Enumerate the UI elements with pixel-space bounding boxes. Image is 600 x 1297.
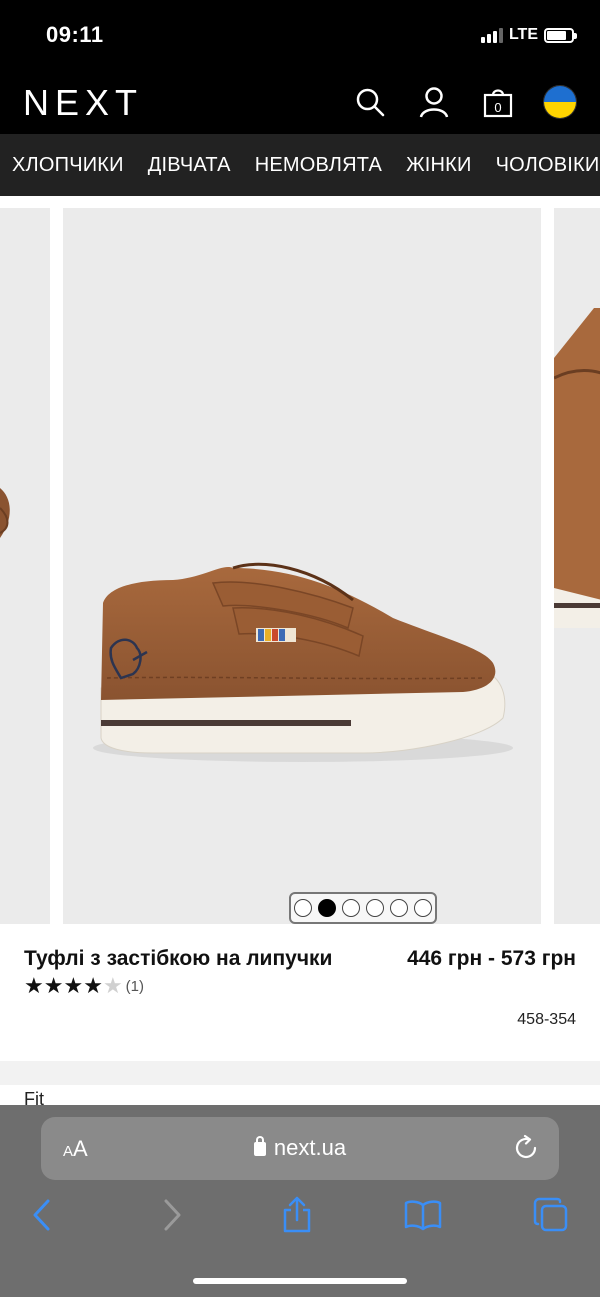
battery-level xyxy=(547,30,567,40)
carousel-slide-previous[interactable] xyxy=(0,208,50,924)
status-bar: 09:11 LTE xyxy=(0,0,600,72)
bag-count: 0 xyxy=(494,100,501,115)
bag-icon[interactable]: 0 xyxy=(480,84,516,120)
battery-icon xyxy=(544,27,577,43)
reload-icon[interactable] xyxy=(511,1133,541,1163)
nav-item[interactable]: ЖІНКИ xyxy=(394,154,484,177)
lock-icon xyxy=(253,1136,266,1156)
nav-item[interactable]: ХЛОПЧИКИ xyxy=(0,154,136,177)
url-text: next.ua xyxy=(273,1135,347,1160)
product-info: Туфлі з застібкою на липучки ★★★★★ (1) 4… xyxy=(0,941,600,1061)
nav-item[interactable]: ЧОЛОВІКИ xyxy=(484,154,600,177)
product-rating[interactable]: ★★★★★ (1) xyxy=(24,975,144,998)
back-icon[interactable] xyxy=(22,1195,62,1235)
status-indicators: LTE xyxy=(480,26,577,44)
star-filled-icon: ★ xyxy=(43,973,64,998)
product-sku: 458-354 xyxy=(517,1011,576,1028)
product-image-carousel[interactable] xyxy=(0,196,600,941)
signal-icon xyxy=(480,27,503,43)
status-time: 09:11 xyxy=(46,22,104,47)
home-indicator[interactable] xyxy=(193,1278,407,1284)
account-icon[interactable] xyxy=(416,84,452,120)
section-divider xyxy=(0,1061,600,1085)
tabs-icon[interactable] xyxy=(531,1195,571,1235)
next-logo[interactable]: NEXT xyxy=(23,82,143,124)
share-icon[interactable] xyxy=(277,1195,317,1235)
shoe-image xyxy=(93,562,513,762)
carousel-dot[interactable] xyxy=(366,899,384,917)
search-icon[interactable] xyxy=(352,84,388,120)
star-filled-icon: ★ xyxy=(24,973,44,998)
carousel-dot[interactable] xyxy=(342,899,360,917)
address-bar[interactable]: AA next.ua xyxy=(41,1117,559,1180)
carousel-dot[interactable] xyxy=(414,899,432,917)
rating-stars: ★★★★★ xyxy=(24,975,123,998)
site-header: NEXT 0 xyxy=(0,72,600,134)
carousel-slide-main[interactable] xyxy=(63,208,541,924)
ukraine-flag-icon[interactable] xyxy=(542,84,578,120)
network-type: LTE xyxy=(508,26,538,43)
category-nav: ХЛОПЧИКИ ДІВЧАТА НЕМОВЛЯТА ЖІНКИ ЧОЛОВІКИ xyxy=(0,134,600,196)
carousel-dot[interactable] xyxy=(318,899,336,917)
carousel-slide-next[interactable] xyxy=(554,208,600,924)
bookmarks-icon[interactable] xyxy=(403,1195,443,1235)
forward-icon[interactable] xyxy=(152,1195,192,1235)
url-display[interactable]: next.ua xyxy=(41,1135,559,1161)
nav-item[interactable]: НЕМОВЛЯТА xyxy=(243,154,394,177)
carousel-pagination xyxy=(289,892,437,924)
carousel-dot[interactable] xyxy=(390,899,408,917)
star-filled-icon: ★ xyxy=(63,973,84,998)
nav-item[interactable]: ДІВЧАТА xyxy=(136,154,243,177)
rating-count[interactable]: (1) xyxy=(126,978,144,995)
star-filled-icon: ★ xyxy=(83,973,103,998)
carousel-dot[interactable] xyxy=(294,899,312,917)
product-price: 446 грн - 573 грн xyxy=(407,947,576,970)
product-title: Туфлі з застібкою на липучки xyxy=(24,947,333,970)
star-empty-icon: ★ xyxy=(102,973,123,998)
browser-toolbar: AA next.ua xyxy=(0,1105,600,1297)
